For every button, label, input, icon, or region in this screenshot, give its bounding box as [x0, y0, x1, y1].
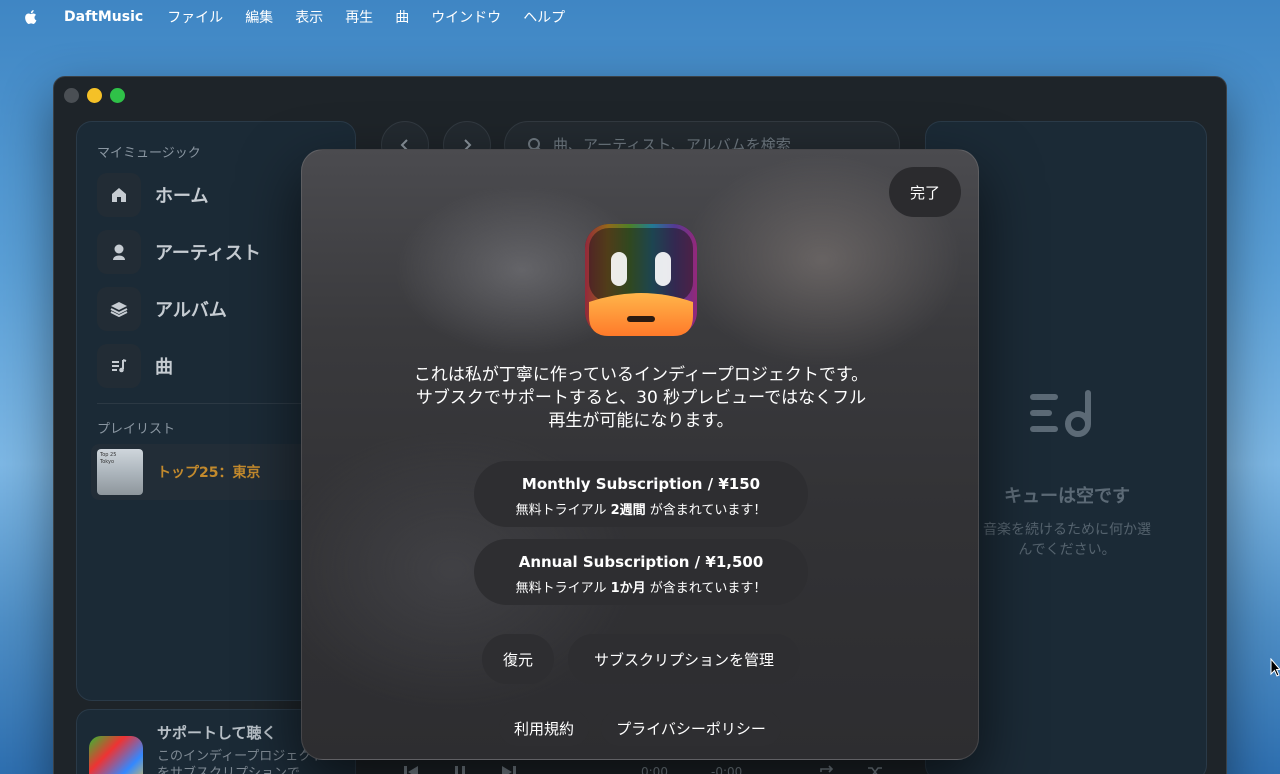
close-window-button[interactable]: [64, 88, 79, 103]
sidebar-item-artists[interactable]: アーティスト: [97, 230, 261, 274]
app-icon: [89, 736, 143, 774]
support-title: サポートして聴く: [157, 724, 277, 742]
mouse-cursor-icon: [1270, 658, 1280, 677]
my-music-heading: マイミュージック: [97, 146, 201, 161]
apple-logo-icon[interactable]: [22, 8, 40, 26]
subscription-dialog: 完了 これは私が丁寧に作っているインディープロジェクトです。サブスクでサポートす…: [301, 149, 979, 760]
menu-file[interactable]: ファイル: [167, 7, 223, 27]
queue-icon: [1030, 390, 1091, 437]
plan-title: Annual Subscription / ¥1,500: [518, 553, 764, 571]
previous-track-icon[interactable]: [403, 765, 419, 774]
privacy-policy-link[interactable]: プライバシーポリシー: [601, 710, 781, 746]
intro-text: これは私が丁寧に作っているインディープロジェクトです。サブスクでサポートすると、…: [413, 365, 869, 431]
menu-bar: DaftMusic ファイル 編集 表示 再生 曲 ウインドウ ヘルプ: [0, 0, 1280, 34]
menu-edit[interactable]: 編集: [245, 7, 273, 27]
artist-icon: [97, 230, 141, 274]
shuffle-icon[interactable]: [867, 765, 883, 774]
sidebar-item-label: アーティスト: [155, 243, 261, 264]
monthly-subscription-button[interactable]: Monthly Subscription / ¥150 無料トライアル 2週間 …: [474, 461, 808, 527]
album-stack-icon: [97, 287, 141, 331]
queue-empty-subtitle: 音楽を続けるために何か選んでください。: [983, 522, 1151, 558]
sidebar-item-label: 曲: [155, 357, 173, 378]
minimize-window-button[interactable]: [87, 88, 102, 103]
playlists-heading: プレイリスト: [97, 422, 176, 437]
sidebar-item-home[interactable]: ホーム: [97, 173, 208, 217]
menu-window[interactable]: ウインドウ: [431, 7, 501, 27]
plan-title: Monthly Subscription / ¥150: [521, 475, 761, 493]
repeat-icon[interactable]: [819, 765, 835, 774]
sidebar-item-songs[interactable]: 曲: [97, 344, 173, 388]
music-note-list-icon: [97, 344, 141, 388]
menu-playback[interactable]: 再生: [345, 7, 373, 27]
player-bar: 0:00 -0:00: [381, 763, 901, 774]
terms-link[interactable]: 利用規約: [499, 710, 589, 746]
sidebar-item-label: アルバム: [155, 300, 227, 321]
sidebar-item-albums[interactable]: アルバム: [97, 287, 227, 331]
home-icon: [97, 173, 141, 217]
zoom-window-button[interactable]: [110, 88, 125, 103]
menu-app-name[interactable]: DaftMusic: [64, 9, 143, 25]
window-controls: [64, 88, 125, 103]
remaining-time: -0:00: [711, 765, 743, 774]
menu-song[interactable]: 曲: [395, 7, 409, 27]
manage-subscription-button[interactable]: サブスクリプションを管理: [568, 634, 800, 684]
menu-help[interactable]: ヘルプ: [523, 7, 565, 27]
elapsed-time: 0:00: [641, 765, 668, 774]
plan-trial: 無料トライアル 1か月 が含まれています！: [515, 581, 767, 596]
next-track-icon[interactable]: [501, 765, 517, 774]
annual-subscription-button[interactable]: Annual Subscription / ¥1,500 無料トライアル 1か月…: [474, 539, 808, 605]
playlist-thumbnail: Top 25 Tokyo: [97, 449, 143, 495]
app-icon: [585, 224, 697, 336]
sidebar-item-label: ホーム: [155, 186, 209, 207]
plan-trial: 無料トライアル 2週間 が含まれています！: [515, 503, 767, 518]
playlist-label: トップ25：東京: [157, 465, 261, 481]
menu-view[interactable]: 表示: [295, 7, 323, 27]
done-button[interactable]: 完了: [889, 167, 961, 217]
restore-button[interactable]: 復元: [482, 634, 554, 684]
pause-icon[interactable]: [453, 765, 467, 774]
